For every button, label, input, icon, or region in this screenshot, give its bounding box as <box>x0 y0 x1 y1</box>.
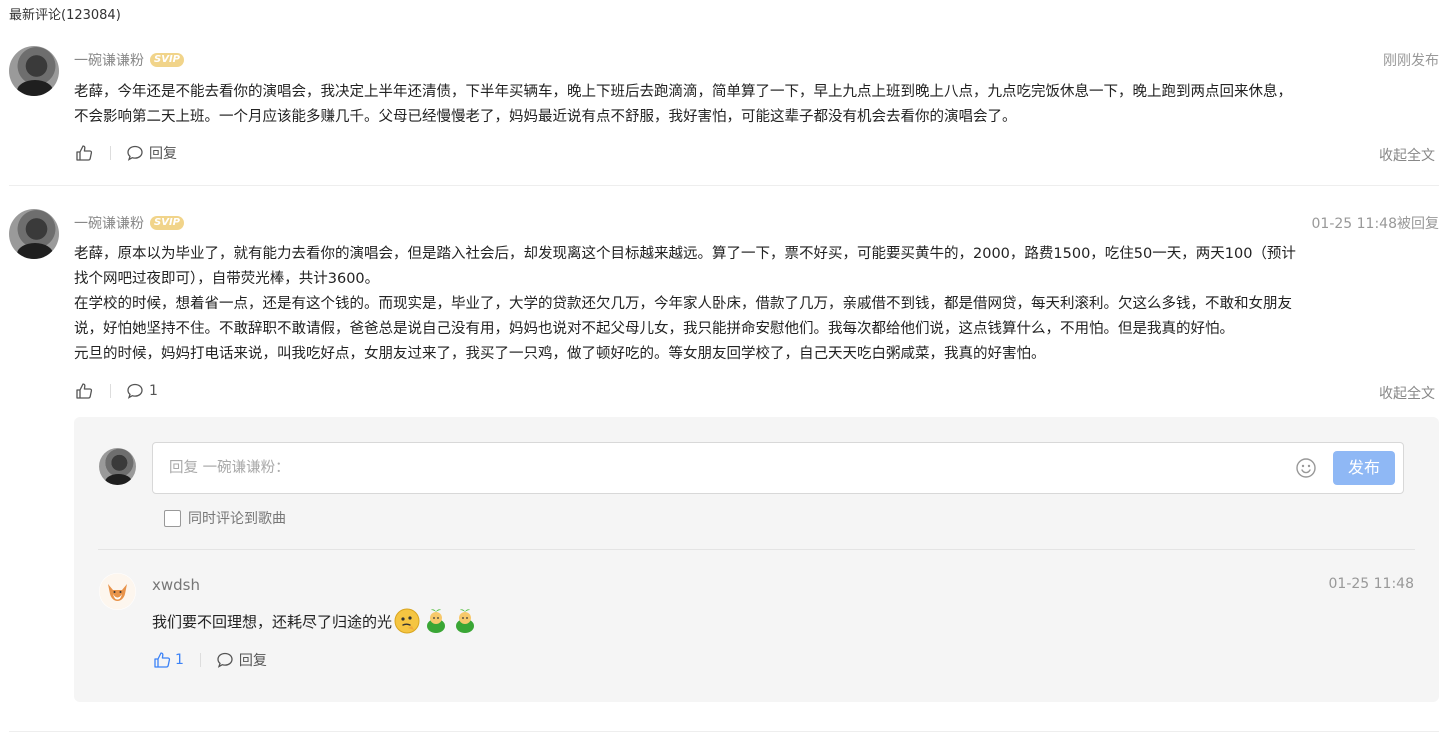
reply-icon[interactable] <box>125 381 145 401</box>
collapse-button[interactable]: 收起全文 <box>1379 383 1435 403</box>
comment-time: 刚刚发布 <box>1383 53 1439 69</box>
sub-reply-actions: 1 回复 <box>152 650 267 670</box>
emoji-icon[interactable] <box>1295 457 1317 479</box>
collapse-button[interactable]: 收起全文 <box>1379 145 1435 165</box>
reply-input-box: 发布 <box>152 442 1404 494</box>
comment-text: 老薛，原本以为毕业了，就有能力去看你的演唱会，但是踏入社会后，却发现离这个目标越… <box>74 246 1296 362</box>
like-count: 1 <box>175 652 184 668</box>
reply-icon[interactable] <box>125 143 145 163</box>
reply-count[interactable]: 1 <box>149 383 158 399</box>
like-icon[interactable] <box>74 381 94 401</box>
like-icon[interactable] <box>152 650 172 670</box>
divider <box>98 549 1415 550</box>
svip-badge: SVIP <box>150 216 184 230</box>
sync-label[interactable]: 同时评论到歌曲 <box>188 508 286 528</box>
reply-button[interactable]: 回复 <box>149 143 177 163</box>
divider <box>9 731 1439 732</box>
green-sprout-icon <box>427 609 446 633</box>
svip-badge: SVIP <box>150 53 184 67</box>
reply-button[interactable]: 回复 <box>239 650 267 670</box>
avatar[interactable] <box>9 209 59 259</box>
comment-actions: 1 <box>74 381 158 401</box>
comment-actions: 回复 <box>74 143 177 163</box>
reply-panel: 发布 同时评论到歌曲 xwdsh 01-25 11:48 我们要不回理想，还耗尽… <box>74 417 1439 702</box>
avatar[interactable] <box>9 46 59 96</box>
avatar <box>99 448 136 485</box>
fox-avatar-icon <box>99 573 136 610</box>
publish-button[interactable]: 发布 <box>1333 451 1395 485</box>
reply-icon[interactable] <box>215 650 235 670</box>
sub-reply-text: 我们要不回理想，还耗尽了归途的光 <box>152 607 479 635</box>
thinking-face-icon <box>394 608 420 634</box>
sub-reply-time: 01-25 11:48 <box>1328 576 1414 592</box>
username[interactable]: 一碗谦谦粉 <box>74 50 144 70</box>
sub-reply-username[interactable]: xwdsh <box>152 576 200 594</box>
comment-text: 老薛，今年还是不能去看你的演唱会，我决定上半年还清债，下半年买辆车，晚上下班后去… <box>74 84 1292 125</box>
comments-section-title: 最新评论(123084) <box>9 8 121 23</box>
avatar[interactable] <box>99 573 136 610</box>
divider <box>9 185 1439 186</box>
sync-checkbox[interactable] <box>164 509 181 527</box>
reply-input[interactable] <box>169 457 1269 479</box>
green-sprout-icon <box>456 609 475 633</box>
like-icon[interactable] <box>74 143 94 163</box>
username[interactable]: 一碗谦谦粉 <box>74 213 144 233</box>
comment-time: 01-25 11:48被回复 <box>1311 216 1439 232</box>
